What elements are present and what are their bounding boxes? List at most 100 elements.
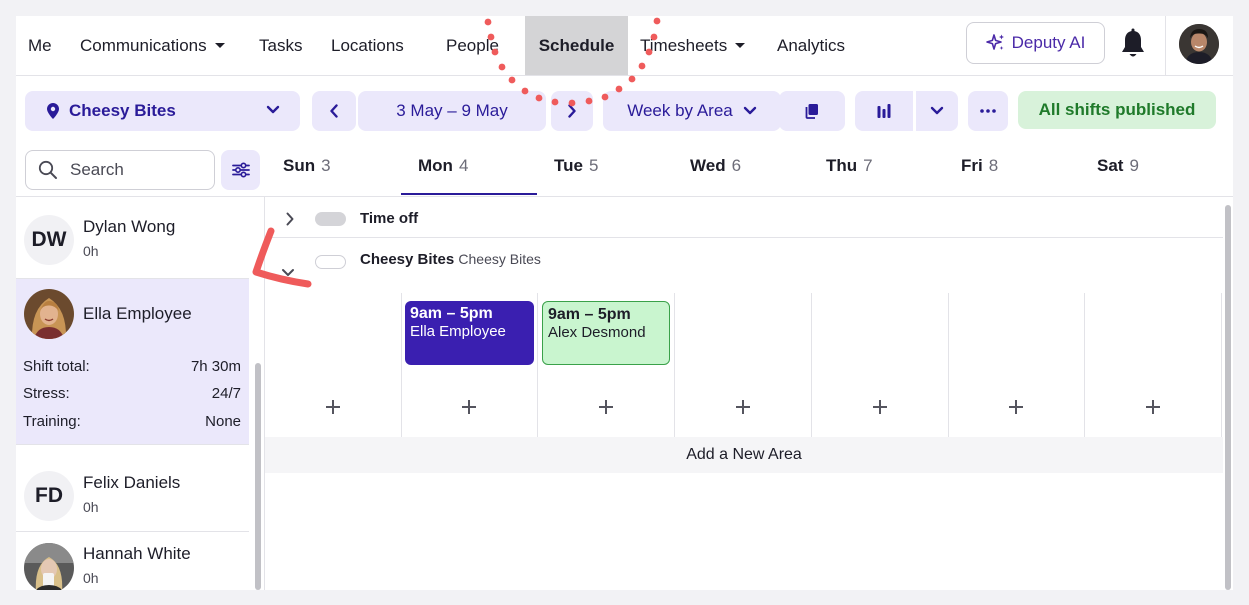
column-divider [948, 293, 949, 437]
next-week-button[interactable] [551, 91, 593, 131]
avatar: DW [24, 215, 74, 265]
nav-people-label: People [446, 35, 499, 55]
date-range-picker[interactable]: 3 May – 9 May [358, 91, 546, 131]
day-date: 3 [321, 156, 331, 175]
publish-status-badge[interactable]: All shifts published [1018, 91, 1216, 129]
copy-schedule-button[interactable] [779, 91, 845, 131]
column-divider [401, 293, 402, 437]
stat-label: Stress: [23, 385, 70, 402]
search-input[interactable] [70, 160, 190, 180]
employee-row-felix-daniels[interactable]: FD Felix Daniels 0h [16, 460, 249, 532]
chevron-down-icon[interactable] [281, 268, 295, 278]
add-shift-button-fri[interactable] [1006, 397, 1026, 417]
stat-value: 24/7 [211, 385, 241, 402]
publish-status-label: All shifts published [1038, 100, 1196, 119]
employee-row-dylan-wong[interactable]: DW Dylan Wong 0h [16, 197, 249, 279]
nav-people[interactable]: People [446, 16, 499, 75]
stress-stat: Stress: 24/7 [23, 385, 241, 402]
sparkle-icon [985, 34, 1004, 50]
add-area-button[interactable]: Add a New Area [265, 437, 1223, 473]
search-icon [38, 160, 57, 179]
stat-label: Shift total: [23, 358, 90, 375]
day-header-sun[interactable]: Sun 3 [283, 156, 331, 184]
column-divider [537, 293, 538, 437]
search-box[interactable] [25, 150, 215, 190]
day-name: Tue [554, 156, 583, 175]
area-toggle[interactable] [315, 255, 346, 269]
add-area-label: Add a New Area [686, 446, 802, 463]
filter-button[interactable] [221, 150, 260, 190]
day-header-thu[interactable]: Thu 7 [826, 156, 873, 184]
shift-card-alex-desmond[interactable]: 9am – 5pm Alex Desmond [542, 301, 670, 365]
employee-name: Hannah White [83, 544, 191, 563]
nav-schedule-label: Schedule [538, 35, 615, 55]
location-selector[interactable]: Cheesy Bites [25, 91, 300, 131]
deputy-ai-button[interactable]: Deputy AI [966, 22, 1105, 64]
selected-day-indicator [401, 193, 537, 195]
day-header-mon[interactable]: Mon 4 [418, 156, 468, 184]
day-header-fri[interactable]: Fri 8 [961, 156, 998, 184]
day-date: 5 [588, 156, 599, 175]
nav-divider [1165, 16, 1166, 75]
area-header: Cheesy Bites Cheesy Bites [360, 251, 541, 268]
user-avatar[interactable] [1179, 24, 1219, 64]
add-shift-button-tue[interactable] [596, 397, 616, 417]
employee-row-ella-employee[interactable]: Ella Employee Shift total: 7h 30m Stress:… [16, 279, 249, 445]
add-shift-button-sun[interactable] [323, 397, 343, 417]
time-off-toggle[interactable] [315, 212, 346, 226]
caret-down-icon [735, 43, 746, 48]
employee-hours: 0h [83, 570, 99, 586]
nav-communications-label: Communications [80, 35, 207, 55]
nav-analytics[interactable]: Analytics [777, 16, 845, 75]
add-shift-button-sat[interactable] [1143, 397, 1163, 417]
column-divider [674, 293, 675, 437]
chevron-right-icon[interactable] [285, 212, 295, 226]
add-shift-button-wed[interactable] [733, 397, 753, 417]
nav-timesheets[interactable]: Timesheets [640, 16, 746, 75]
insights-button[interactable] [855, 91, 913, 131]
more-options-button[interactable] [968, 91, 1008, 131]
shift-card-ella-employee[interactable]: 9am – 5pm Ella Employee [405, 301, 534, 365]
time-off-label: Time off [360, 210, 419, 227]
employee-row-hannah-white[interactable]: Hannah White 0h [16, 532, 249, 590]
nav-communications[interactable]: Communications [80, 16, 225, 75]
area-location: Cheesy Bites [458, 251, 541, 267]
day-name: Mon [418, 156, 453, 175]
employee-list: DW Dylan Wong 0h Ella Employee Shift tot… [16, 197, 265, 590]
copy-icon [805, 104, 818, 119]
add-shift-button-mon[interactable] [459, 397, 479, 417]
view-mode-selector[interactable]: Week by Area [603, 91, 781, 131]
day-name: Sun [283, 156, 316, 175]
day-name: Fri [961, 156, 983, 175]
bell-icon[interactable] [1119, 28, 1147, 60]
day-header-tue[interactable]: Tue 5 [554, 156, 598, 184]
nav-locations[interactable]: Locations [331, 16, 404, 75]
nav-analytics-label: Analytics [777, 35, 846, 55]
grid-scrollbar-thumb[interactable] [1225, 205, 1231, 590]
employee-hours: 0h [83, 243, 99, 259]
area-name: Cheesy Bites [360, 251, 455, 268]
chevron-right-icon [568, 104, 576, 118]
nav-schedule[interactable]: Schedule [525, 16, 628, 75]
top-nav: Me Communications Tasks Locations People… [16, 16, 1233, 76]
sidebar-scrollbar-thumb[interactable] [255, 363, 261, 590]
day-header-wed[interactable]: Wed 6 [690, 156, 741, 184]
column-divider [1084, 293, 1085, 437]
nav-tasks[interactable]: Tasks [259, 16, 302, 75]
column-divider [811, 293, 812, 437]
avatar-initials: FD [35, 484, 63, 507]
day-date: 6 [731, 156, 742, 175]
caret-down-icon [214, 43, 225, 48]
bar-chart-icon [877, 104, 891, 118]
previous-week-button[interactable] [312, 91, 356, 131]
avatar [24, 289, 74, 339]
employee-name: Felix Daniels [83, 473, 181, 492]
add-shift-button-thu[interactable] [870, 397, 890, 417]
stat-label: Training: [23, 413, 81, 430]
insights-dropdown-button[interactable] [916, 91, 958, 131]
chevron-down-icon [743, 106, 756, 115]
day-header-sat[interactable]: Sat 9 [1097, 156, 1139, 184]
app-window: Me Communications Tasks Locations People… [16, 16, 1233, 590]
day-date: 9 [1129, 156, 1139, 175]
nav-me[interactable]: Me [28, 16, 52, 75]
